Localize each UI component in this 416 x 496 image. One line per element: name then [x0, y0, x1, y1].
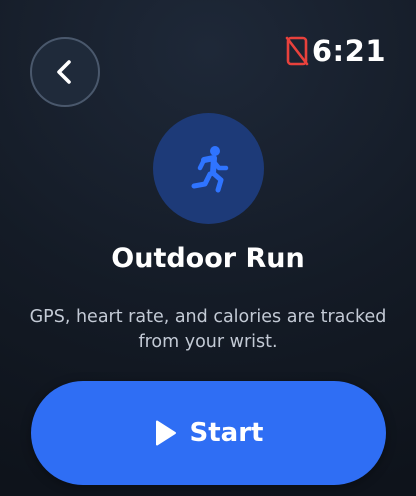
- play-icon: [155, 420, 176, 446]
- status-bar: 6:21: [285, 30, 386, 72]
- activity-title: Outdoor Run: [111, 243, 305, 274]
- phone-disconnected-icon: [285, 36, 309, 66]
- activity-icon-badge: [153, 113, 264, 224]
- activity-description: GPS, heart rate, and calories are tracke…: [29, 307, 387, 352]
- watch-screen: 6:21 Outdoor Run GPS, heart rate, and ca…: [0, 0, 416, 496]
- chevron-left-icon: [57, 60, 71, 84]
- running-person-icon: [191, 145, 228, 192]
- start-button[interactable]: Start: [31, 381, 386, 485]
- back-button[interactable]: [30, 37, 100, 107]
- clock: 6:21: [311, 34, 386, 68]
- start-button-label: Start: [189, 418, 264, 448]
